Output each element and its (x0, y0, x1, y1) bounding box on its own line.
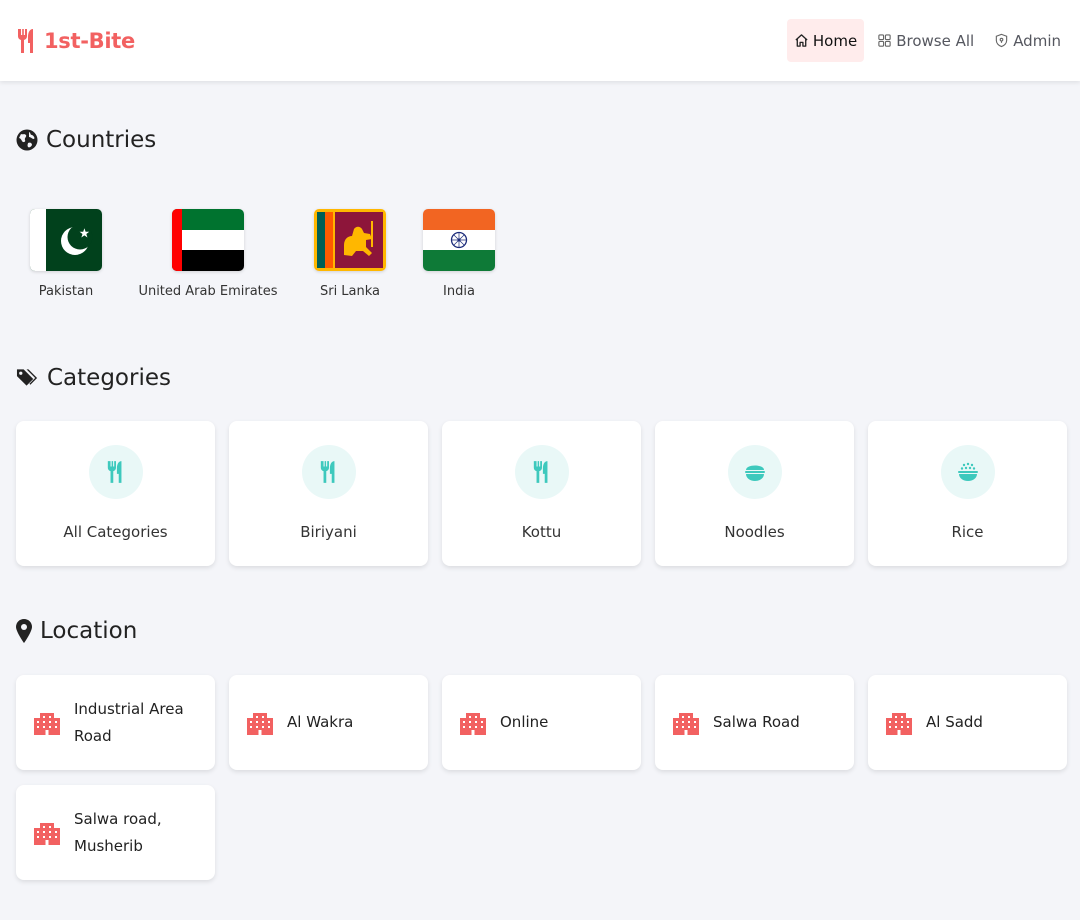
location-label: Salwa road, Musherib (74, 809, 162, 855)
categories-title: Categories (47, 365, 171, 391)
countries-heading: Countries (16, 127, 156, 153)
location-label: Salwa Road (713, 713, 800, 731)
building-icon (459, 711, 487, 735)
main-nav: Home Browse All Admin (786, 19, 1068, 62)
building-icon (33, 821, 61, 845)
location-label: Industrial Area Road (74, 699, 184, 745)
country-name: United Arab Emirates (138, 284, 278, 299)
utensils-icon (302, 445, 356, 499)
category-card-kottu[interactable]: Kottu (442, 421, 641, 566)
category-card-rice[interactable]: Rice (868, 421, 1067, 566)
utensils-icon (16, 28, 38, 54)
country-india[interactable]: India (389, 209, 529, 299)
country-pakistan[interactable]: Pakistan (0, 209, 136, 299)
country-uae[interactable]: United Arab Emirates (138, 209, 278, 299)
location-card-salwa-road[interactable]: Salwa Road (655, 675, 854, 770)
location-label: Al Wakra (287, 713, 354, 731)
category-card-all[interactable]: All Categories (16, 421, 215, 566)
building-icon (246, 711, 274, 735)
nav-browse-all-label: Browse All (896, 31, 975, 50)
building-icon (33, 711, 61, 735)
brand-logo[interactable]: 1st-Bite (16, 26, 135, 56)
location-card-online[interactable]: Online (442, 675, 641, 770)
shield-icon (994, 33, 1009, 48)
nav-home-label: Home (812, 31, 858, 50)
utensils-icon (89, 445, 143, 499)
category-label: Rice (951, 523, 984, 541)
country-name: Sri Lanka (319, 284, 381, 299)
category-label: Kottu (521, 523, 562, 541)
location-heading: Location (16, 618, 137, 644)
category-label: Biriyani (300, 523, 357, 541)
category-label: Noodles (724, 523, 785, 541)
location-card-al-sadd[interactable]: Al Sadd (868, 675, 1067, 770)
sri-lanka-flag (314, 209, 386, 271)
top-navbar: 1st-Bite Home Browse All Admin (0, 0, 1080, 81)
grid-icon (877, 33, 892, 48)
category-card-noodles[interactable]: Noodles (655, 421, 854, 566)
countries-title: Countries (46, 127, 157, 153)
category-card-biriyani[interactable]: Biriyani (229, 421, 428, 566)
india-flag (423, 209, 495, 271)
utensils-icon (515, 445, 569, 499)
tags-icon (16, 367, 39, 389)
country-name: Pakistan (38, 284, 94, 299)
nav-admin-label: Admin (1013, 31, 1061, 50)
location-title: Location (40, 618, 138, 644)
nav-admin[interactable]: Admin (987, 19, 1068, 62)
globe-icon (16, 129, 38, 151)
brand-name: 1st-Bite (44, 29, 135, 53)
location-label: Al Sadd (926, 713, 983, 731)
home-icon (794, 33, 809, 48)
nav-home[interactable]: Home (786, 19, 865, 62)
categories-heading: Categories (16, 365, 171, 391)
building-icon (672, 711, 700, 735)
map-pin-icon (16, 619, 32, 643)
uae-flag (172, 209, 244, 271)
pakistan-flag (30, 209, 102, 271)
nav-browse-all[interactable]: Browse All (870, 19, 981, 62)
building-icon (885, 711, 913, 735)
location-card-al-wakra[interactable]: Al Wakra (229, 675, 428, 770)
country-name: India (443, 284, 475, 299)
location-card-industrial-area-road[interactable]: Industrial Area Road (16, 675, 215, 770)
rice-bowl-icon (941, 445, 995, 499)
bowl-icon (728, 445, 782, 499)
location-card-salwa-road-musherib[interactable]: Salwa road, Musherib (16, 785, 215, 880)
category-label: All Categories (63, 523, 168, 541)
location-label: Online (500, 713, 549, 731)
